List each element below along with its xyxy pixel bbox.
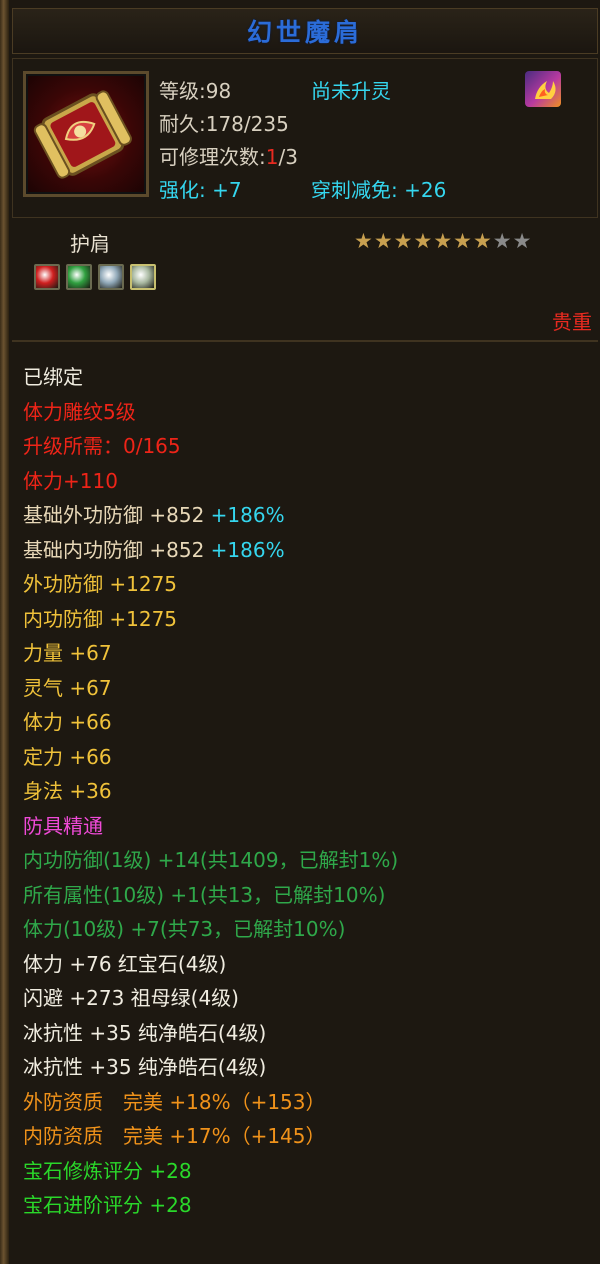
stat-line: 基础外功防御 +852 +186% [23, 500, 398, 535]
stat-line: 宝石修炼评分 +28 [23, 1156, 398, 1191]
stat-bonus: +186% [204, 537, 285, 562]
stat-line: 内防资质 完美 +17%（+145） [23, 1121, 398, 1156]
star-filled-icon: ★ [393, 229, 413, 253]
item-tooltip: 幻世魔肩 等级:98 尚未升灵 耐久:178/235 可修理次数:1/3 强化:… [0, 0, 600, 1264]
diamond-gem-icon[interactable] [98, 264, 124, 290]
stat-line: 内功防御(1级) +14(共1409，已解封1%) [23, 845, 398, 880]
stat-text: 基础外功防御 +852 [23, 503, 205, 527]
stat-text: 体力 +76 红宝石(4级) [23, 951, 227, 976]
quality-label: 贵重 [552, 310, 592, 334]
repair-label: 可修理次数: [159, 145, 266, 169]
star-filled-icon: ★ [413, 229, 433, 253]
stat-text: 体力+110 [23, 468, 118, 493]
stat-text: 外功防御 +1275 [23, 572, 178, 596]
stat-text: 内防资质 完美 +17%（+145） [23, 1124, 326, 1148]
stat-line: 升级所需：0/165 [23, 431, 398, 466]
star-empty-icon: ★ [492, 229, 512, 253]
star-filled-icon: ★ [472, 229, 492, 253]
stat-text: 基础内功防御 +852 [23, 537, 205, 562]
stat-text: 身法 +36 [23, 779, 112, 803]
stat-line: 所有属性(10级) +1(共13，已解封10%) [23, 880, 398, 915]
stat-text: 升级所需：0/165 [23, 434, 181, 458]
item-type-row: 护肩 ★ ★ ★ ★ ★ ★ ★ ★ ★ 贵重 [12, 222, 598, 338]
stat-line: 基础内功防御 +852 +186% [23, 535, 398, 570]
diamond-gem-icon[interactable] [130, 264, 156, 290]
stat-text: 定力 +66 [23, 744, 112, 769]
item-header: 等级:98 尚未升灵 耐久:178/235 可修理次数:1/3 强化: +7 穿… [12, 58, 598, 218]
stat-line: 宝石进阶评分 +28 [23, 1190, 398, 1225]
stat-line: 定力 +66 [23, 742, 398, 777]
stat-line: 外功防御 +1275 [23, 569, 398, 604]
divider [12, 340, 598, 342]
star-rating: ★ ★ ★ ★ ★ ★ ★ ★ ★ [354, 230, 531, 252]
stat-line: 已绑定 [23, 362, 398, 397]
stat-text: 所有属性(10级) +1(共13，已解封10%) [23, 882, 386, 907]
scroll-shoulder-icon [23, 71, 149, 197]
stat-text: 灵气 +67 [23, 675, 112, 700]
durability-text: 耐久:178/235 [159, 112, 289, 136]
spirit-flame-icon[interactable] [525, 71, 561, 107]
stat-text: 外防资质 完美 +18%（+153） [23, 1089, 326, 1114]
repair-used: 1 [265, 145, 279, 169]
emerald-gem-icon[interactable] [66, 264, 92, 290]
stat-line: 外防资质 完美 +18%（+153） [23, 1087, 398, 1122]
stat-text: 内功防御(1级) +14(共1409，已解封1%) [23, 848, 399, 872]
star-empty-icon: ★ [512, 229, 532, 253]
stat-text: 冰抗性 +35 纯净皓石(4级) [23, 1055, 267, 1079]
stat-line: 体力 +76 红宝石(4级) [23, 949, 398, 984]
stat-text: 内功防御 +1275 [23, 606, 178, 631]
stat-text: 闪避 +273 祖母绿(4级) [23, 986, 239, 1010]
stat-line: 防具精通 [23, 811, 398, 846]
stat-line: 冰抗性 +35 纯净皓石(4级) [23, 1018, 398, 1053]
stat-line: 力量 +67 [23, 638, 398, 673]
stat-line: 体力+110 [23, 466, 398, 501]
enhance-text: 强化: +7 [159, 178, 242, 202]
repair-total: /3 [278, 145, 298, 169]
stat-text: 宝石进阶评分 +28 [23, 1193, 192, 1217]
stat-line: 闪避 +273 祖母绿(4级) [23, 983, 398, 1018]
gem-sockets [34, 264, 156, 290]
star-filled-icon: ★ [373, 229, 393, 253]
stat-line: 体力 +66 [23, 707, 398, 742]
stat-line: 体力雕纹5级 [23, 397, 398, 432]
level-text: 等级:98 [159, 79, 232, 103]
stat-text: 宝石修炼评分 +28 [23, 1158, 192, 1183]
slot-type: 护肩 [70, 232, 110, 256]
stat-text: 体力 +66 [23, 710, 112, 734]
star-filled-icon: ★ [453, 229, 472, 253]
pierce-reduce-text: 穿刺减免: +26 [311, 178, 447, 202]
stat-list: 已绑定体力雕纹5级升级所需：0/165 体力+110 基础外功防御 +852 +18… [23, 362, 398, 1225]
title-bar: 幻世魔肩 [12, 8, 598, 54]
stat-text: 力量 +67 [23, 641, 112, 665]
stat-text: 体力(10级) +7(共73，已解封10%) [23, 917, 346, 941]
stat-text: 体力雕纹5级 [23, 399, 136, 424]
stat-text: 冰抗性 +35 纯净皓石(4级) [23, 1020, 267, 1045]
stat-line: 身法 +36 [23, 776, 398, 811]
stat-line: 灵气 +67 [23, 673, 398, 708]
frame-border [0, 0, 9, 1264]
stat-text: 防具精通 [23, 813, 103, 838]
stat-text: 已绑定 [23, 365, 83, 389]
stat-line: 冰抗性 +35 纯净皓石(4级) [23, 1052, 398, 1087]
repair-count: 可修理次数:1/3 [159, 141, 298, 170]
stat-bonus: +186% [204, 503, 285, 527]
stat-line: 体力(10级) +7(共73，已解封10%) [23, 914, 398, 949]
star-filled-icon: ★ [433, 229, 453, 253]
star-filled-icon: ★ [354, 229, 373, 253]
ruby-gem-icon[interactable] [34, 264, 60, 290]
spirit-status: 尚未升灵 [311, 79, 391, 103]
item-name: 幻世魔肩 [246, 18, 363, 47]
stat-line: 内功防御 +1275 [23, 604, 398, 639]
